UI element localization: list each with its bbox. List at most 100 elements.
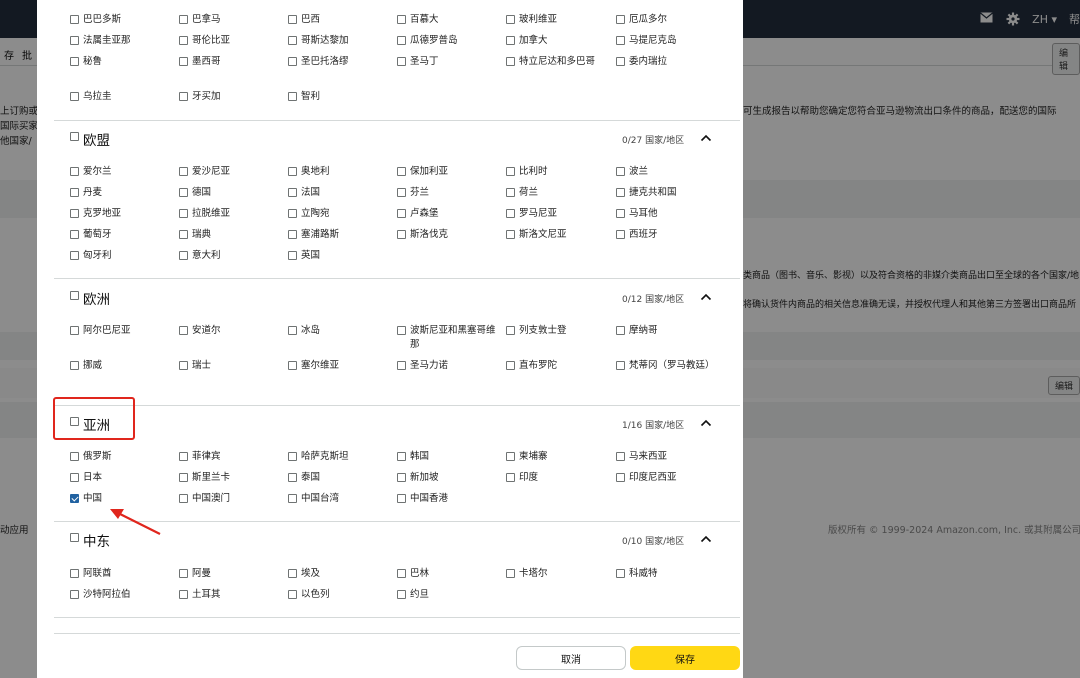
checkbox[interactable] — [288, 209, 297, 218]
country-checkbox[interactable]: 斯洛伐克 — [397, 228, 501, 242]
checkbox[interactable] — [397, 452, 406, 461]
checkbox[interactable] — [288, 590, 297, 599]
country-checkbox[interactable]: 柬埔寨 — [506, 450, 606, 464]
region-select-all[interactable]: 欧盟 — [70, 129, 110, 149]
country-checkbox[interactable]: 阿曼 — [179, 567, 279, 581]
checkbox[interactable] — [616, 15, 625, 24]
checkbox[interactable] — [397, 36, 406, 45]
country-checkbox[interactable]: 卢森堡 — [397, 207, 501, 221]
country-checkbox[interactable]: 牙买加 — [179, 90, 279, 104]
country-checkbox[interactable]: 安道尔 — [179, 324, 279, 338]
country-checkbox[interactable]: 巴西 — [288, 13, 388, 27]
checkbox[interactable] — [506, 230, 515, 239]
checkbox[interactable] — [397, 326, 406, 335]
country-checkbox[interactable]: 捷克共和国 — [616, 186, 716, 200]
country-checkbox[interactable]: 爱沙尼亚 — [179, 165, 279, 179]
country-checkbox[interactable]: 印度 — [506, 471, 606, 485]
checkbox[interactable] — [616, 452, 625, 461]
country-checkbox[interactable]: 波兰 — [616, 165, 716, 179]
country-checkbox[interactable]: 阿联酋 — [70, 567, 170, 581]
checkbox[interactable] — [288, 15, 297, 24]
checkbox[interactable] — [506, 452, 515, 461]
country-checkbox[interactable]: 巴林 — [397, 567, 501, 581]
country-checkbox[interactable]: 德国 — [179, 186, 279, 200]
country-checkbox[interactable]: 哥斯达黎加 — [288, 34, 388, 48]
country-checkbox[interactable]: 墨西哥 — [179, 55, 279, 69]
checkbox[interactable] — [179, 188, 188, 197]
checkbox[interactable] — [616, 473, 625, 482]
country-checkbox[interactable]: 英国 — [288, 249, 388, 263]
checkbox[interactable] — [179, 167, 188, 176]
country-checkbox[interactable]: 约旦 — [397, 588, 501, 602]
checkbox[interactable] — [616, 188, 625, 197]
country-checkbox[interactable]: 智利 — [288, 90, 388, 104]
country-checkbox[interactable]: 圣马丁 — [397, 55, 501, 69]
checkbox[interactable] — [179, 590, 188, 599]
region-checkbox[interactable] — [70, 290, 79, 300]
country-checkbox[interactable]: 土耳其 — [179, 588, 279, 602]
checkbox[interactable] — [397, 590, 406, 599]
checkbox[interactable] — [288, 36, 297, 45]
country-checkbox[interactable]: 奥地利 — [288, 165, 388, 179]
country-checkbox[interactable]: 丹麦 — [70, 186, 170, 200]
checkbox[interactable] — [179, 473, 188, 482]
checkbox[interactable] — [70, 494, 79, 503]
checkbox[interactable] — [397, 57, 406, 66]
checkbox[interactable] — [506, 209, 515, 218]
checkbox[interactable] — [70, 209, 79, 218]
country-checkbox[interactable]: 卡塔尔 — [506, 567, 606, 581]
checkbox[interactable] — [70, 473, 79, 482]
checkbox[interactable] — [179, 569, 188, 578]
checkbox[interactable] — [179, 251, 188, 260]
checkbox[interactable] — [616, 230, 625, 239]
country-checkbox[interactable]: 新加坡 — [397, 471, 501, 485]
checkbox[interactable] — [179, 361, 188, 370]
checkbox[interactable] — [616, 569, 625, 578]
checkbox[interactable] — [70, 230, 79, 239]
country-checkbox[interactable]: 秘鲁 — [70, 55, 170, 69]
country-checkbox[interactable]: 斯洛文尼亚 — [506, 228, 606, 242]
checkbox[interactable] — [397, 494, 406, 503]
checkbox[interactable] — [616, 361, 625, 370]
country-checkbox[interactable]: 巴拿马 — [179, 13, 279, 27]
checkbox[interactable] — [288, 57, 297, 66]
checkbox[interactable] — [397, 569, 406, 578]
country-checkbox[interactable]: 委内瑞拉 — [616, 55, 716, 69]
country-checkbox[interactable]: 百慕大 — [397, 13, 501, 27]
country-checkbox[interactable]: 拉脱维亚 — [179, 207, 279, 221]
region-select-all[interactable]: 欧洲 — [70, 288, 110, 308]
country-checkbox[interactable]: 沙特阿拉伯 — [70, 588, 170, 602]
country-checkbox[interactable]: 马耳他 — [616, 207, 716, 221]
checkbox[interactable] — [506, 15, 515, 24]
country-checkbox[interactable]: 埃及 — [288, 567, 388, 581]
checkbox[interactable] — [70, 452, 79, 461]
country-checkbox[interactable]: 俄罗斯 — [70, 450, 170, 464]
checkbox[interactable] — [70, 590, 79, 599]
region-checkbox[interactable] — [70, 532, 79, 542]
country-checkbox[interactable]: 中国台湾 — [288, 492, 388, 506]
country-checkbox[interactable]: 塞浦路斯 — [288, 228, 388, 242]
country-checkbox[interactable]: 瑞士 — [179, 359, 279, 373]
country-checkbox[interactable]: 马提尼克岛 — [616, 34, 716, 48]
checkbox[interactable] — [616, 167, 625, 176]
checkbox[interactable] — [397, 473, 406, 482]
checkbox[interactable] — [397, 167, 406, 176]
checkbox[interactable] — [506, 361, 515, 370]
checkbox[interactable] — [397, 209, 406, 218]
checkbox[interactable] — [288, 251, 297, 260]
country-checkbox[interactable]: 特立尼达和多巴哥 — [506, 55, 606, 69]
checkbox[interactable] — [397, 361, 406, 370]
checkbox[interactable] — [70, 36, 79, 45]
checkbox[interactable] — [288, 92, 297, 101]
checkbox[interactable] — [616, 57, 625, 66]
checkbox[interactable] — [70, 569, 79, 578]
country-checkbox[interactable]: 挪威 — [70, 359, 170, 373]
checkbox[interactable] — [179, 57, 188, 66]
checkbox[interactable] — [179, 230, 188, 239]
country-checkbox[interactable]: 韩国 — [397, 450, 501, 464]
checkbox[interactable] — [288, 230, 297, 239]
country-checkbox[interactable]: 菲律宾 — [179, 450, 279, 464]
checkbox[interactable] — [506, 36, 515, 45]
checkbox[interactable] — [397, 230, 406, 239]
country-checkbox[interactable]: 塞尔维亚 — [288, 359, 388, 373]
